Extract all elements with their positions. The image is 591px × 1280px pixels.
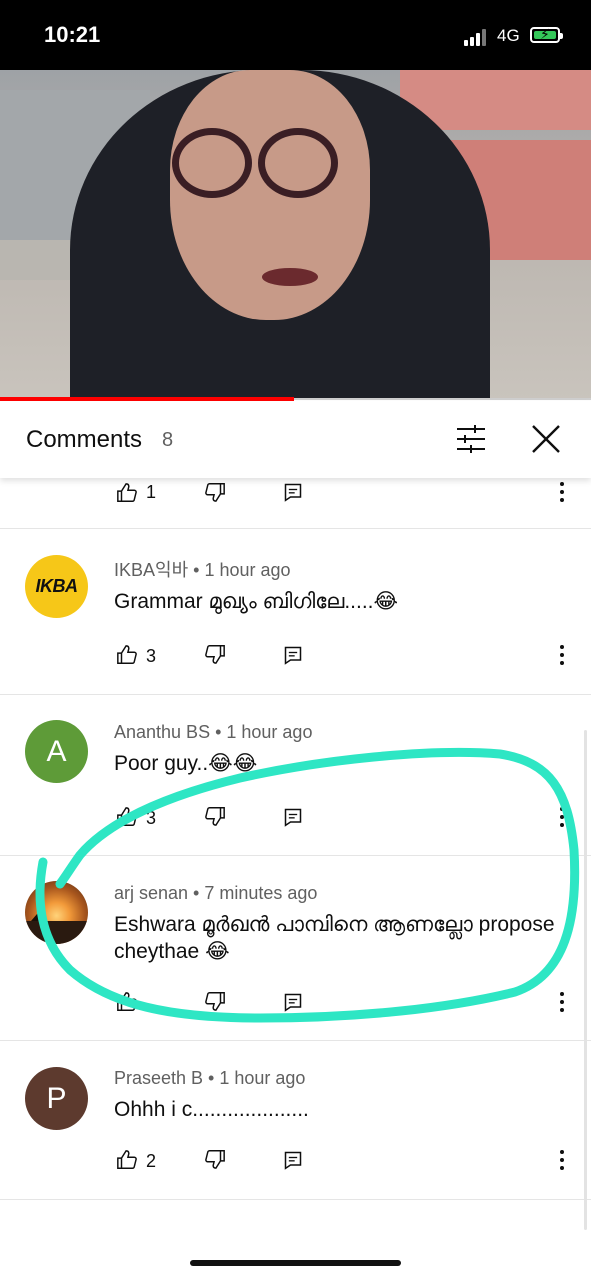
comment-text: Eshwara മൂർഖൻ പാമ്പിനെ ആണല്ലോ propose ch… xyxy=(114,913,555,963)
comment-author-meta[interactable]: Praseeth B • 1 hour ago xyxy=(114,1068,305,1089)
comments-count: 8 xyxy=(162,429,174,451)
comments-header: Comments 8 xyxy=(0,401,591,478)
like-count: 3 xyxy=(146,808,157,828)
comment-text: Ohhh i c.................... xyxy=(114,1098,309,1121)
avatar-logo-text: IKBA xyxy=(35,576,79,596)
like-count: 2 xyxy=(146,1151,157,1171)
scrollbar[interactable] xyxy=(584,730,587,1230)
avatar-initial: A xyxy=(46,734,67,768)
network-label: 4G xyxy=(497,26,520,45)
more-options-icon[interactable] xyxy=(554,1148,570,1172)
like-icon[interactable] xyxy=(116,990,138,1014)
avatar[interactable] xyxy=(25,881,88,944)
like-icon[interactable] xyxy=(116,805,138,829)
more-options-icon[interactable] xyxy=(554,990,570,1014)
like-icon[interactable] xyxy=(116,643,138,667)
avatar[interactable]: IKBA xyxy=(25,555,88,618)
like-count: 3 xyxy=(146,646,157,666)
comment-item: P Praseeth B • 1 hour ago Ohhh i c......… xyxy=(0,1041,591,1199)
reply-icon[interactable] xyxy=(283,1148,303,1172)
reply-icon[interactable] xyxy=(283,643,303,667)
avatar-initial: P xyxy=(46,1081,67,1115)
more-options-icon[interactable] xyxy=(554,643,570,667)
more-options-icon[interactable] xyxy=(554,805,570,829)
comment-item: IKBA IKBA익바 • 1 hour ago Grammar മുഖ്യം … xyxy=(0,529,591,694)
close-icon[interactable] xyxy=(530,423,562,455)
like-icon[interactable] xyxy=(116,1148,138,1172)
comment-author-meta[interactable]: IKBA익바 • 1 hour ago xyxy=(114,556,291,582)
comment-item: arj senan • 7 minutes ago Eshwara മൂർഖൻ … xyxy=(0,856,591,1040)
more-options-icon[interactable] xyxy=(554,480,570,504)
comment-text: Poor guy..😂😂 xyxy=(114,752,258,775)
dislike-icon[interactable] xyxy=(204,804,226,828)
like-count: 1 xyxy=(146,482,157,502)
reply-icon[interactable] xyxy=(283,990,303,1014)
sliders-icon[interactable] xyxy=(455,423,487,455)
comment-item: A Ananthu BS • 1 hour ago Poor guy..😂😂 3 xyxy=(0,695,591,855)
home-indicator[interactable] xyxy=(190,1260,401,1266)
status-bar: 10:21 4G ⚡ xyxy=(0,0,591,70)
dislike-icon[interactable] xyxy=(204,1147,226,1171)
comments-title: Comments xyxy=(26,426,143,453)
battery-icon: ⚡ xyxy=(530,26,563,43)
comment-partial: 1 xyxy=(0,478,591,528)
dislike-icon[interactable] xyxy=(204,480,226,504)
dislike-icon[interactable] xyxy=(204,642,226,666)
avatar[interactable]: P xyxy=(25,1067,88,1130)
reply-icon[interactable] xyxy=(283,805,303,829)
comment-text: Grammar മുഖ്യം ബിഗിലേ.....😂 xyxy=(114,590,399,613)
video-player[interactable] xyxy=(0,70,591,400)
comment-author-meta[interactable]: arj senan • 7 minutes ago xyxy=(114,883,317,904)
signal-icon xyxy=(464,28,490,46)
reply-icon[interactable] xyxy=(283,480,303,504)
dislike-icon[interactable] xyxy=(204,989,226,1013)
like-icon[interactable] xyxy=(116,481,138,505)
sunset-avatar-image xyxy=(25,907,88,944)
avatar[interactable]: A xyxy=(25,720,88,783)
video-progress-track[interactable] xyxy=(294,398,591,400)
status-time: 10:21 xyxy=(44,22,101,47)
divider xyxy=(0,1199,591,1200)
comment-author-meta[interactable]: Ananthu BS • 1 hour ago xyxy=(114,722,312,743)
